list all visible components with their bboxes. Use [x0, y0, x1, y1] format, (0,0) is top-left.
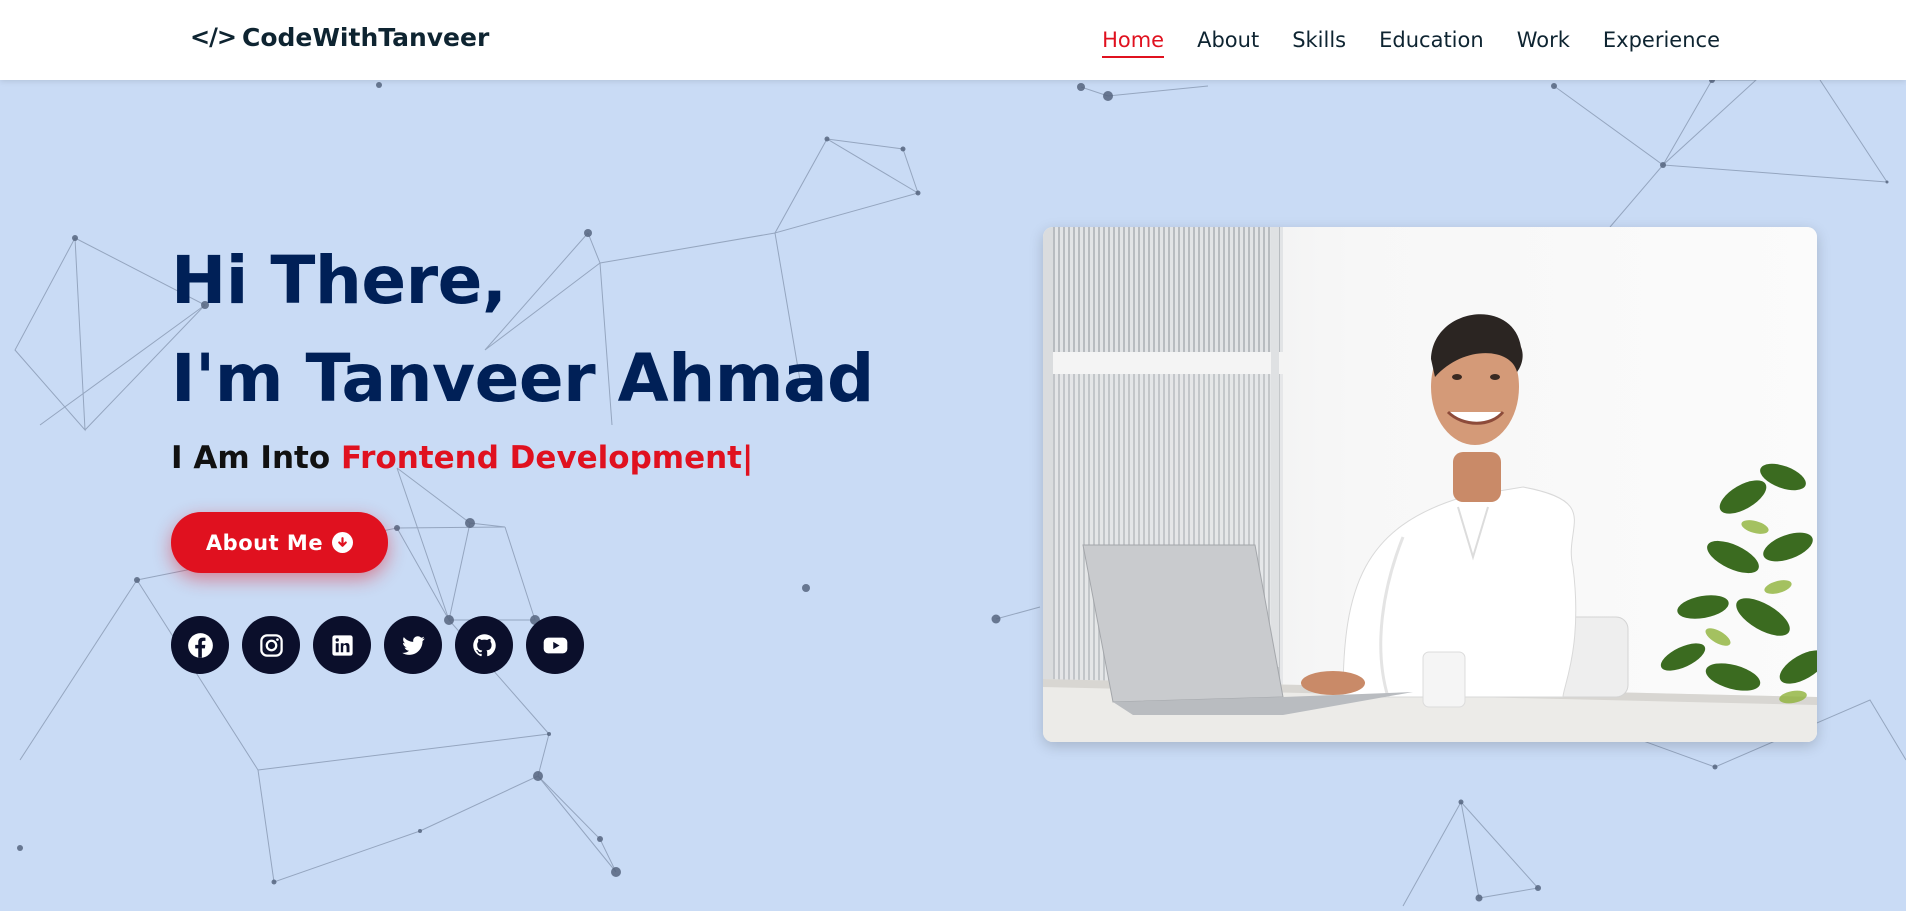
- hero-greeting: Hi There,: [171, 242, 507, 319]
- about-me-button[interactable]: About Me: [171, 512, 388, 573]
- typing-cursor: |: [742, 440, 754, 476]
- code-icon: </>: [190, 23, 237, 51]
- nav-item-skills[interactable]: Skills: [1292, 22, 1346, 58]
- brand-logo[interactable]: </> CodeWithTanveer: [190, 20, 489, 54]
- github-icon[interactable]: [455, 616, 513, 674]
- youtube-icon[interactable]: [526, 616, 584, 674]
- typed-role-text: Frontend Development: [340, 440, 742, 476]
- hero-subtitle: I Am Into Frontend Development|: [171, 440, 753, 476]
- hero-into-prefix: I Am Into: [171, 440, 331, 476]
- instagram-icon[interactable]: [242, 616, 300, 674]
- nav-item-about[interactable]: About: [1197, 22, 1259, 58]
- portrait-illustration: [1043, 227, 1817, 742]
- twitter-icon[interactable]: [384, 616, 442, 674]
- hero-photo: [1043, 227, 1817, 742]
- social-links: [171, 616, 584, 674]
- site-header: </> CodeWithTanveer Home About Skills Ed…: [0, 0, 1906, 80]
- linkedin-icon[interactable]: [313, 616, 371, 674]
- nav-item-education[interactable]: Education: [1379, 22, 1484, 58]
- brand-name: CodeWithTanveer: [241, 22, 490, 52]
- facebook-icon[interactable]: [171, 616, 229, 674]
- nav-item-work[interactable]: Work: [1517, 22, 1570, 58]
- about-me-label: About Me: [205, 530, 324, 555]
- hero-title: Hi There, I'm Tanveer Ahmad: [171, 232, 874, 428]
- nav-item-experience[interactable]: Experience: [1603, 22, 1720, 58]
- arrow-down-circle-icon: [332, 532, 354, 553]
- main-nav: Home About Skills Education Work Experie…: [1102, 0, 1720, 80]
- nav-item-home[interactable]: Home: [1102, 22, 1165, 58]
- hero-name: I'm Tanveer Ahmad: [171, 340, 874, 417]
